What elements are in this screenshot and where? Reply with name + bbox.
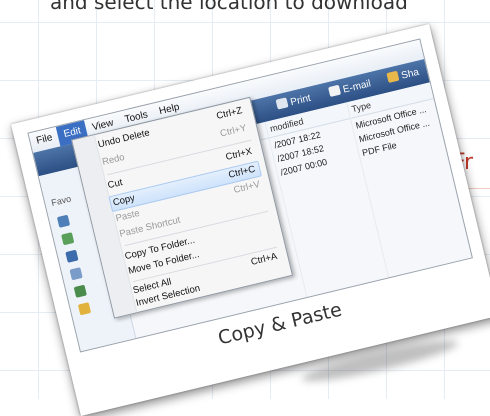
redo-label: Redo: [101, 151, 126, 168]
column-type[interactable]: Type: [351, 100, 372, 114]
email-label: E-mail: [341, 78, 373, 96]
folder-icon[interactable]: [61, 232, 75, 246]
email-button[interactable]: E-mail: [328, 77, 372, 99]
share-button[interactable]: Sha: [386, 66, 420, 85]
folder-icon[interactable]: [77, 302, 92, 316]
column-modified[interactable]: modified: [269, 116, 304, 134]
print-label: Print: [289, 92, 312, 109]
folder-icon[interactable]: [73, 284, 87, 298]
redo-shortcut: Ctrl+Y: [219, 122, 248, 140]
folder-icon[interactable]: [65, 249, 79, 263]
folder-icon[interactable]: [69, 267, 83, 281]
share-label: Sha: [400, 66, 421, 82]
copy-label: Copy: [111, 192, 137, 209]
cut-label: Cut: [106, 177, 124, 192]
print-button[interactable]: Print: [275, 92, 312, 112]
envelope-icon: [328, 84, 342, 98]
undo-shortcut: Ctrl+Z: [215, 105, 244, 122]
share-icon: [386, 70, 400, 84]
slide-top-text: and select the location to download: [50, 0, 408, 14]
favorites-label: Favo: [50, 193, 73, 208]
folder-icon[interactable]: [56, 214, 71, 228]
printer-icon: [275, 97, 289, 110]
